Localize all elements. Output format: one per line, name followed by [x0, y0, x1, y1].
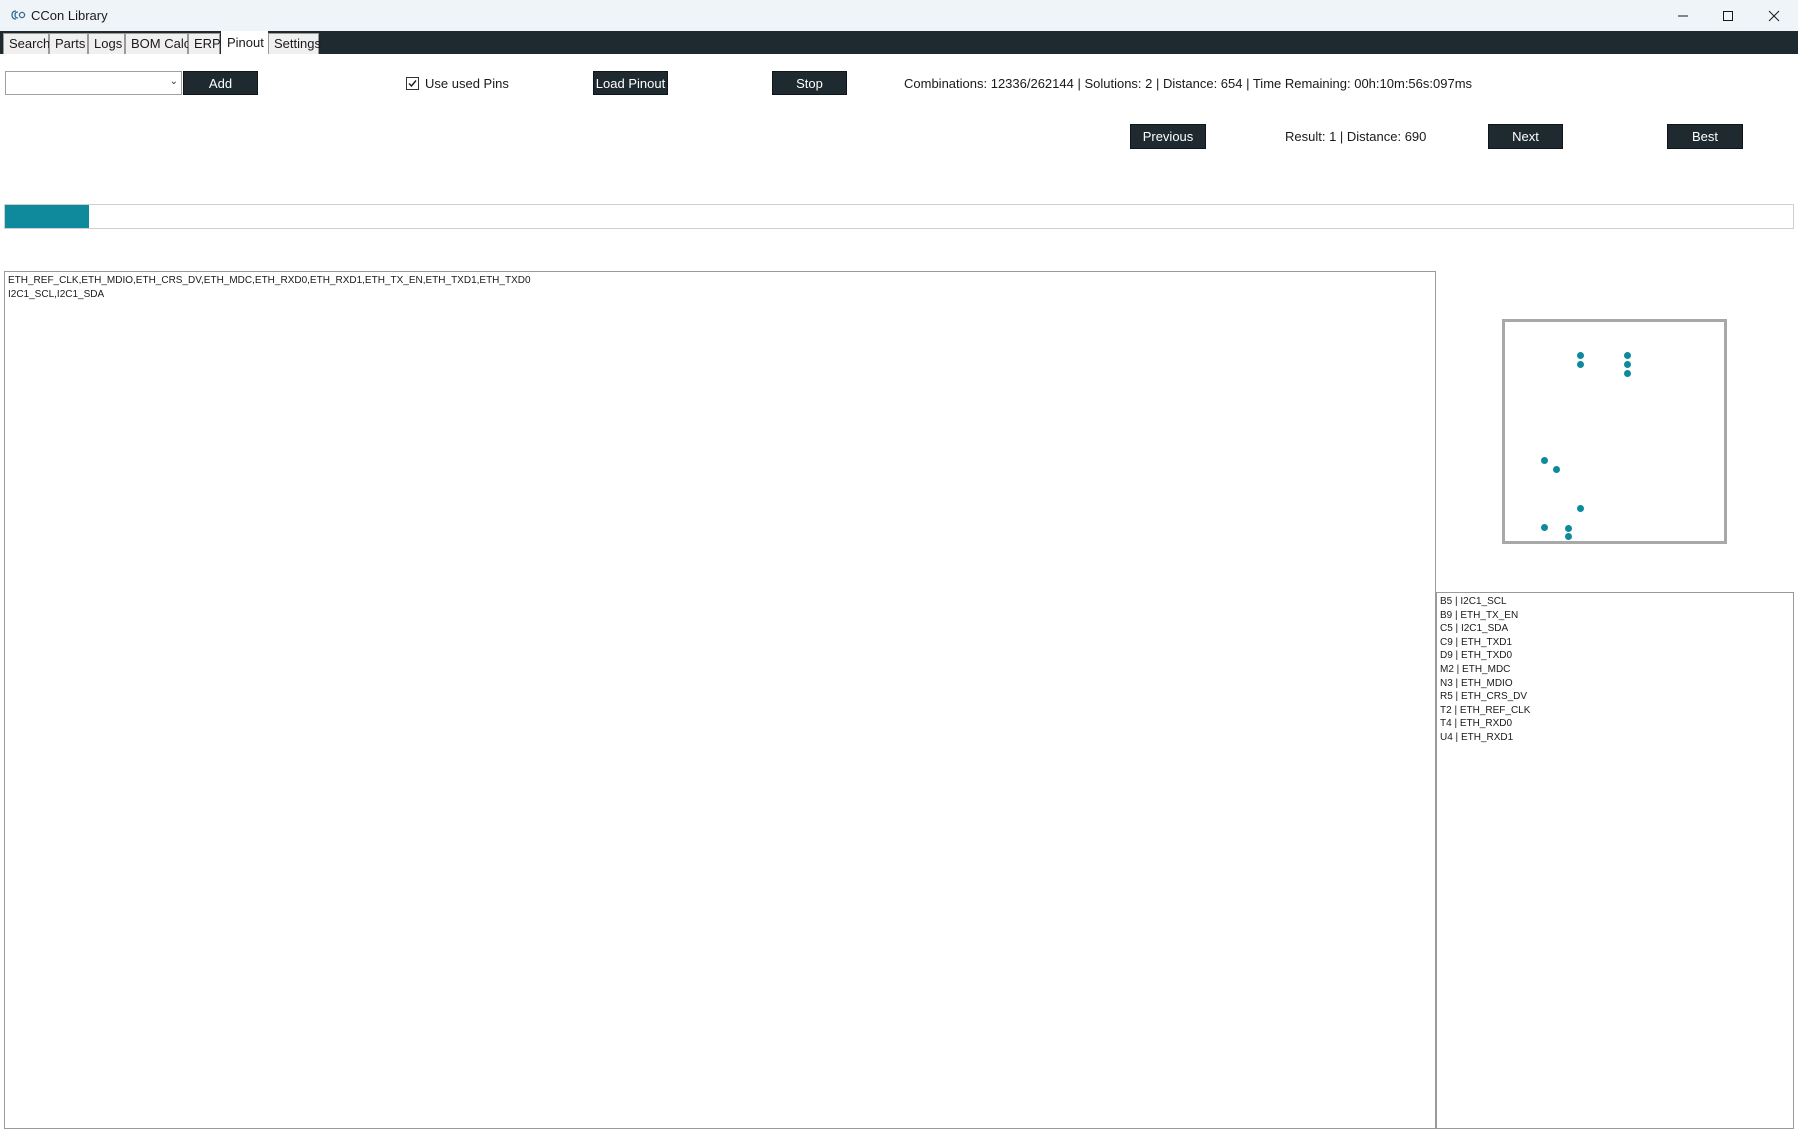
pin-dot: [1565, 525, 1572, 532]
next-button[interactable]: Next: [1488, 124, 1563, 149]
list-item[interactable]: T2 | ETH_REF_CLK: [1440, 704, 1790, 718]
pin-map-preview: [1502, 319, 1727, 544]
search-progress-bar: [4, 204, 1794, 229]
minimize-button[interactable]: [1660, 0, 1706, 31]
checkmark-icon: [408, 80, 417, 88]
close-icon: [1768, 10, 1780, 21]
pin-dot: [1577, 361, 1584, 368]
pin-dot: [1541, 457, 1548, 464]
requirements-textarea[interactable]: ETH_REF_CLK,ETH_MDIO,ETH_CRS_DV,ETH_MDC,…: [4, 271, 1436, 1129]
tab-pinout[interactable]: Pinout: [221, 31, 268, 54]
minimize-icon: [1678, 15, 1688, 16]
tab-bom-calc[interactable]: BOM Calc: [125, 33, 190, 54]
pin-dot: [1541, 524, 1548, 531]
list-item[interactable]: D9 | ETH_TXD0: [1440, 649, 1790, 663]
close-button[interactable]: [1751, 0, 1797, 31]
add-button[interactable]: Add: [183, 71, 258, 95]
pin-dot: [1577, 505, 1584, 512]
pin-assignment-list[interactable]: B5 | I2C1_SCL B9 | ETH_TX_EN C5 | I2C1_SDA…: [1436, 592, 1794, 1129]
list-item[interactable]: R5 | ETH_CRS_DV: [1440, 690, 1790, 704]
title-bar: CCon Library: [0, 0, 1798, 31]
list-item[interactable]: C9 | ETH_TXD1: [1440, 636, 1790, 650]
pin-dot: [1577, 352, 1584, 359]
stop-button[interactable]: Stop: [772, 71, 847, 95]
load-pinout-button[interactable]: Load Pinout: [593, 71, 668, 95]
chevron-down-icon: ⌄: [169, 76, 178, 87]
progress-fill: [5, 205, 90, 228]
tab-logs[interactable]: Logs: [88, 33, 125, 54]
use-used-pins-label: Use used Pins: [425, 76, 509, 91]
ccon-logo-icon: [11, 10, 26, 20]
pin-dot: [1624, 370, 1631, 377]
list-item[interactable]: B9 | ETH_TX_EN: [1440, 609, 1790, 623]
maximize-icon: [1723, 10, 1733, 21]
pin-dot: [1553, 466, 1560, 473]
window-title: CCon Library: [31, 8, 108, 23]
use-used-pins-toggle[interactable]: Use used Pins: [406, 76, 509, 91]
list-item[interactable]: T4 | ETH_RXD0: [1440, 717, 1790, 731]
pin-dot: [1565, 533, 1572, 540]
signal-combobox[interactable]: ⌄: [5, 71, 182, 95]
result-status: Result: 1 | Distance: 690: [1285, 129, 1427, 144]
list-item[interactable]: N3 | ETH_MDIO: [1440, 677, 1790, 691]
list-item[interactable]: C5 | I2C1_SDA: [1440, 622, 1790, 636]
search-status: Combinations: 12336/262144 | Solutions: …: [904, 76, 1473, 91]
list-item[interactable]: M2 | ETH_MDC: [1440, 663, 1790, 677]
tab-erp[interactable]: ERP: [188, 33, 221, 54]
maximize-button[interactable]: [1705, 0, 1751, 31]
list-item[interactable]: U4 | ETH_RXD1: [1440, 731, 1790, 745]
list-item[interactable]: B5 | I2C1_SCL: [1440, 595, 1790, 609]
tab-search[interactable]: Search: [3, 33, 50, 54]
previous-button[interactable]: Previous: [1130, 124, 1206, 149]
pin-dot: [1624, 352, 1631, 359]
tab-parts[interactable]: Parts: [49, 33, 88, 54]
tab-settings[interactable]: Settings: [268, 33, 321, 54]
best-button[interactable]: Best: [1667, 124, 1743, 149]
pin-dot: [1624, 361, 1631, 368]
tab-strip: Search Parts Logs BOM Calc ERP Pinout Se…: [0, 31, 1798, 54]
use-used-pins-checkbox[interactable]: [406, 77, 419, 90]
